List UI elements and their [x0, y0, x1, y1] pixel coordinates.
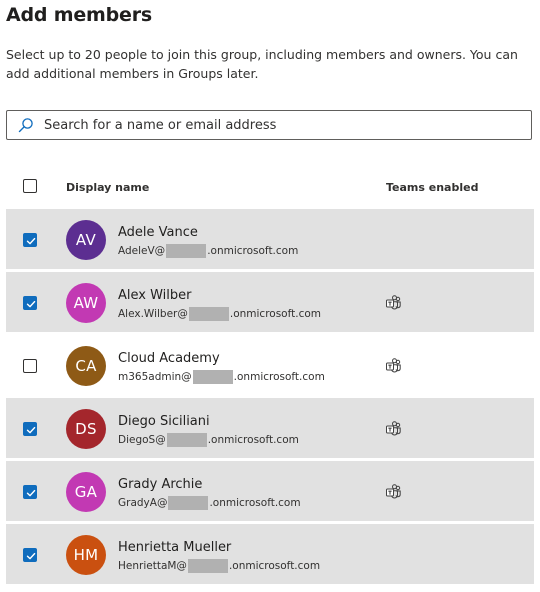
email-suffix: .onmicrosoft.com: [209, 497, 301, 509]
row-checkbox[interactable]: [23, 485, 37, 499]
search-box[interactable]: [6, 110, 532, 140]
row-checkbox[interactable]: [23, 233, 37, 247]
page-description: Select up to 20 people to join this grou…: [6, 47, 518, 81]
avatar-initials: AV: [75, 231, 97, 249]
avatar: AW: [66, 283, 106, 323]
email-prefix: m365admin@: [118, 371, 192, 383]
email-prefix: DiegoS@: [118, 434, 166, 446]
select-all-checkbox[interactable]: [23, 179, 37, 193]
table-row[interactable]: AV Adele Vance AdeleV@ .onmicrosoft.com: [6, 209, 534, 269]
redacted-domain: [166, 433, 207, 447]
member-email: AdeleV@ .onmicrosoft.com: [118, 244, 298, 258]
teams-icon: [385, 483, 403, 501]
teams-icon: [385, 357, 403, 375]
avatar-initials: AW: [73, 294, 99, 312]
member-email: GradyA@ .onmicrosoft.com: [118, 496, 301, 510]
email-prefix: Alex.Wilber@: [118, 308, 188, 320]
member-name: Adele Vance: [118, 225, 198, 240]
avatar: CA: [66, 346, 106, 386]
column-header-teams-enabled[interactable]: Teams enabled: [386, 181, 478, 194]
member-name: Henrietta Mueller: [118, 540, 232, 555]
avatar-initials: CA: [75, 357, 97, 375]
table-row[interactable]: HM Henrietta Mueller HenriettaM@ .onmicro…: [6, 524, 534, 584]
email-suffix: .onmicrosoft.com: [229, 308, 321, 320]
teams-icon: [385, 294, 403, 312]
avatar-initials: GA: [74, 483, 98, 501]
row-checkbox[interactable]: [23, 296, 37, 310]
email-prefix: AdeleV@: [118, 245, 166, 257]
avatar-initials: DS: [75, 420, 97, 438]
email-prefix: GradyA@: [118, 497, 168, 509]
email-prefix: HenriettaM@: [118, 560, 187, 572]
avatar-initials: HM: [73, 546, 99, 564]
table-header: Display name Teams enabled: [6, 170, 534, 204]
member-name: Diego Siciliani: [118, 414, 210, 429]
table-row[interactable]: DS Diego Siciliani DiegoS@ .onmicrosoft.c…: [6, 398, 534, 458]
member-name: Cloud Academy: [118, 351, 220, 366]
redacted-domain: [192, 370, 233, 384]
row-checkbox[interactable]: [23, 422, 37, 436]
teams-icon: [385, 420, 403, 438]
row-checkbox[interactable]: [23, 548, 37, 562]
member-email: m365admin@ .onmicrosoft.com: [118, 370, 325, 384]
redacted-domain: [166, 244, 207, 258]
row-checkbox[interactable]: [23, 359, 37, 373]
search-icon: [18, 115, 38, 135]
email-suffix: .onmicrosoft.com: [207, 434, 299, 446]
member-email: DiegoS@ .onmicrosoft.com: [118, 433, 299, 447]
member-name: Alex Wilber: [118, 288, 192, 303]
add-members-panel: Add members Select up to 20 people to jo…: [0, 0, 540, 592]
avatar: DS: [66, 409, 106, 449]
member-name: Grady Archie: [118, 477, 203, 492]
column-header-display-name[interactable]: Display name: [66, 181, 149, 194]
member-list: AV Adele Vance AdeleV@ .onmicrosoft.com A…: [6, 209, 534, 587]
table-row[interactable]: AW Alex Wilber Alex.Wilber@ .onmicrosoft.…: [6, 272, 534, 332]
page-title: Add members: [6, 4, 152, 26]
redacted-domain: [168, 496, 209, 510]
table-row[interactable]: GA Grady Archie GradyA@ .onmicrosoft.com: [6, 461, 534, 521]
search-input[interactable]: [44, 112, 531, 138]
table-row[interactable]: CA Cloud Academy m365admin@ .onmicrosoft.…: [6, 335, 534, 395]
redacted-domain: [188, 307, 229, 321]
email-suffix: .onmicrosoft.com: [228, 560, 321, 572]
email-suffix: .onmicrosoft.com: [233, 371, 325, 383]
avatar: AV: [66, 220, 106, 260]
member-email: HenriettaM@ .onmicrosoft.com: [118, 559, 320, 573]
redacted-domain: [187, 559, 228, 573]
email-suffix: .onmicrosoft.com: [207, 245, 299, 257]
member-email: Alex.Wilber@ .onmicrosoft.com: [118, 307, 321, 321]
avatar: GA: [66, 472, 106, 512]
avatar: HM: [66, 535, 106, 575]
